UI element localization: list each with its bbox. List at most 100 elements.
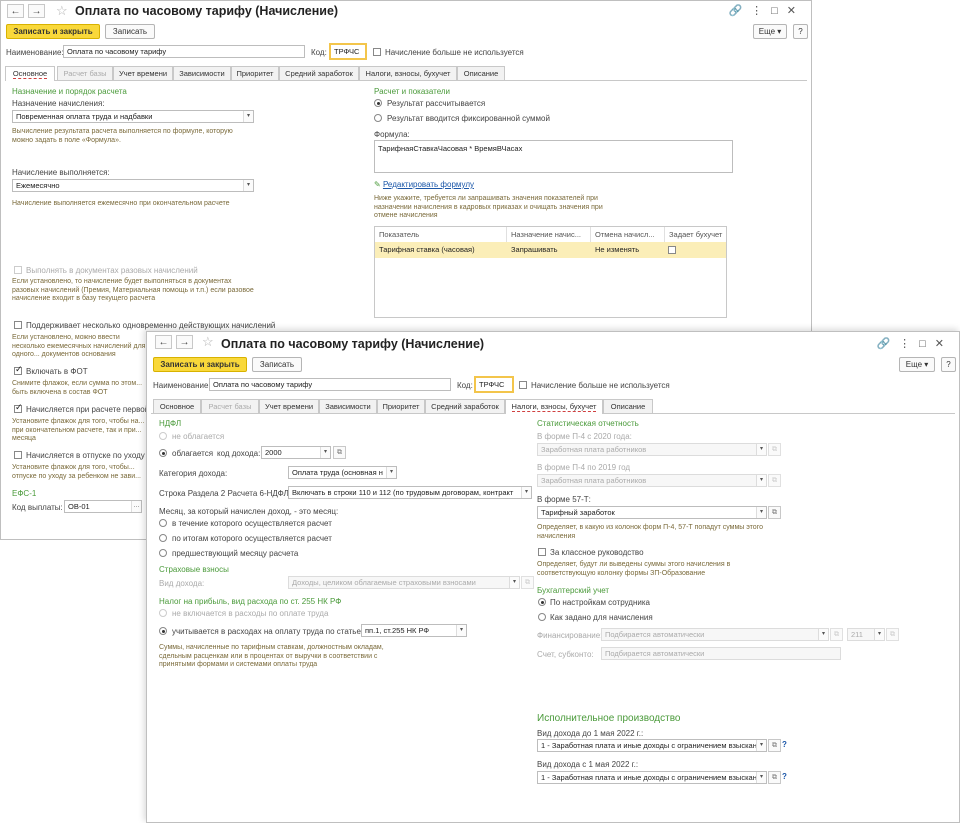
help-button[interactable]: ?	[941, 357, 956, 372]
col-header[interactable]: Показатель	[375, 227, 507, 242]
save-close-button[interactable]: Записать и закрыть	[153, 357, 247, 372]
dropdown-arrow-icon[interactable]: ▾	[521, 487, 531, 498]
dropdown-arrow-icon[interactable]: ▾	[320, 447, 330, 458]
code-input[interactable]: ТРФЧС	[474, 376, 514, 393]
dropdown-arrow-icon[interactable]: ▾	[874, 629, 884, 640]
open-link-icon[interactable]: ⧉	[830, 628, 843, 641]
code-input[interactable]: ТРФЧС	[329, 43, 367, 60]
exec-select[interactable]: Ежемесячно ▾	[12, 179, 254, 192]
col-header[interactable]: Отмена начисл...	[591, 227, 665, 242]
dropdown-arrow-icon[interactable]: ▾	[456, 625, 466, 636]
open-link-icon[interactable]: ⧉	[768, 474, 781, 487]
radio-as-specified[interactable]	[538, 613, 546, 621]
radio-fixed[interactable]	[374, 114, 382, 122]
radio-not-taxed[interactable]	[159, 432, 167, 440]
favorite-star-icon[interactable]: ☆	[56, 3, 68, 19]
more-button[interactable]: Еще ▾	[753, 24, 787, 39]
help-icon[interactable]: ?	[782, 740, 787, 749]
name-input[interactable]: Оплата по часовому тарифу	[63, 45, 305, 58]
open-link-icon[interactable]: ⧉	[333, 446, 346, 459]
forward-button[interactable]: →	[176, 335, 193, 349]
tab-main[interactable]: Основное	[5, 66, 55, 81]
multi-checkbox[interactable]	[14, 321, 22, 329]
save-close-button[interactable]: Записать и закрыть	[6, 24, 100, 39]
vacation-checkbox[interactable]	[14, 451, 22, 459]
back-button[interactable]: ←	[7, 4, 24, 18]
tab-priority[interactable]: Приоритет	[231, 66, 279, 80]
tab-base[interactable]: Расчет базы	[201, 399, 259, 413]
dropdown-arrow-icon[interactable]: ▾	[243, 180, 253, 191]
tab-time[interactable]: Учет времени	[259, 399, 319, 413]
income-after-select[interactable]: 1 - Заработная плата и иные доходы с огр…	[537, 771, 767, 784]
account-select[interactable]: Подбирается автоматически	[601, 647, 841, 660]
radio-included[interactable]	[159, 627, 167, 635]
unused-checkbox[interactable]	[373, 48, 381, 56]
first-checkbox[interactable]	[14, 402, 23, 413]
income-type-select[interactable]: Доходы, целиком облагаемые страховыми вз…	[288, 576, 520, 589]
tab-main[interactable]: Основное	[153, 399, 201, 413]
pay-code-input[interactable]: ОВ-01…	[64, 500, 142, 513]
account-code-select[interactable]: 211 ▾	[847, 628, 885, 641]
open-link-icon[interactable]: ⧉	[886, 628, 899, 641]
dropdown-arrow-icon[interactable]: ▾	[756, 444, 766, 455]
p4-2020-select[interactable]: Заработная плата работников ▾	[537, 443, 767, 456]
radio-taxed[interactable]	[159, 449, 167, 457]
purpose-select[interactable]: Повременная оплата труда и надбавки ▾	[12, 110, 254, 123]
formula-field[interactable]: ТарифнаяСтавкаЧасовая * ВремяВЧасах	[374, 140, 733, 173]
favorite-star-icon[interactable]: ☆	[202, 334, 214, 350]
fot-checkbox[interactable]	[14, 364, 23, 375]
radio-not-included[interactable]	[159, 609, 167, 617]
article-select[interactable]: пп.1, ст.255 НК РФ ▾	[361, 624, 467, 637]
dropdown-arrow-icon[interactable]: ▾	[386, 467, 396, 478]
save-button[interactable]: Записать	[252, 357, 302, 372]
name-input[interactable]: Оплата по часовому тарифу	[209, 378, 451, 391]
unused-checkbox[interactable]	[519, 381, 527, 389]
ellipsis-icon[interactable]: …	[131, 501, 141, 512]
col-header[interactable]: Назначение начис...	[507, 227, 591, 242]
window-controls[interactable]: 🔗⋮□✕	[728, 4, 805, 17]
tab-dependencies[interactable]: Зависимости	[319, 399, 377, 413]
radio-month-current[interactable]	[159, 519, 167, 527]
open-link-icon[interactable]: ⧉	[768, 771, 781, 784]
help-button[interactable]: ?	[793, 24, 808, 39]
financing-select[interactable]: Подбирается автоматически ▾	[601, 628, 829, 641]
dropdown-arrow-icon[interactable]: ▾	[756, 740, 766, 751]
open-link-icon[interactable]: ⧉	[768, 739, 781, 752]
tab-priority[interactable]: Приоритет	[377, 399, 425, 413]
col-header[interactable]: Задает бухучет	[665, 227, 727, 242]
category-select[interactable]: Оплата труда (основная н ▾	[288, 466, 397, 479]
tab-taxes[interactable]: Налоги, взносы, бухучет	[505, 399, 603, 414]
tab-dependencies[interactable]: Зависимости	[173, 66, 231, 80]
help-icon[interactable]: ?	[782, 772, 787, 781]
f57-select[interactable]: Тарифный заработок ▾	[537, 506, 767, 519]
tab-taxes[interactable]: Налоги, взносы, бухучет	[359, 66, 457, 80]
income-before-select[interactable]: 1 - Заработная плата и иные доходы с огр…	[537, 739, 767, 752]
tab-time[interactable]: Учет времени	[113, 66, 173, 80]
dropdown-arrow-icon[interactable]: ▾	[756, 507, 766, 518]
tab-description[interactable]: Описание	[603, 399, 653, 413]
row-6ndfl-select[interactable]: Включать в строки 110 и 112 (по трудовым…	[288, 486, 532, 499]
dropdown-arrow-icon[interactable]: ▾	[509, 577, 519, 588]
edit-formula-link[interactable]: ✎ Редактировать формулу	[374, 180, 474, 189]
radio-month-result[interactable]	[159, 534, 167, 542]
table-row[interactable]: Тарифная ставка (часовая) Запрашивать Не…	[375, 242, 726, 258]
open-link-icon[interactable]: ⧉	[768, 506, 781, 519]
window-controls[interactable]: 🔗⋮□✕	[876, 337, 953, 350]
radio-month-previous[interactable]	[159, 549, 167, 557]
back-button[interactable]: ←	[155, 335, 172, 349]
p4-2019-select[interactable]: Заработная плата работников ▾	[537, 474, 767, 487]
dropdown-arrow-icon[interactable]: ▾	[756, 772, 766, 783]
tab-description[interactable]: Описание	[457, 66, 505, 80]
sets-accounting-checkbox[interactable]	[668, 246, 676, 254]
tab-average[interactable]: Средний заработок	[279, 66, 359, 80]
radio-employee-settings[interactable]	[538, 598, 546, 606]
onetime-checkbox[interactable]	[14, 266, 22, 274]
tab-average[interactable]: Средний заработок	[425, 399, 505, 413]
forward-button[interactable]: →	[28, 4, 45, 18]
save-button[interactable]: Записать	[105, 24, 155, 39]
class-teacher-checkbox[interactable]	[538, 548, 546, 556]
more-button[interactable]: Еще ▾	[899, 357, 935, 372]
dropdown-arrow-icon[interactable]: ▾	[818, 629, 828, 640]
income-code-input[interactable]: 2000 ▾	[261, 446, 331, 459]
radio-calculated[interactable]	[374, 99, 382, 107]
